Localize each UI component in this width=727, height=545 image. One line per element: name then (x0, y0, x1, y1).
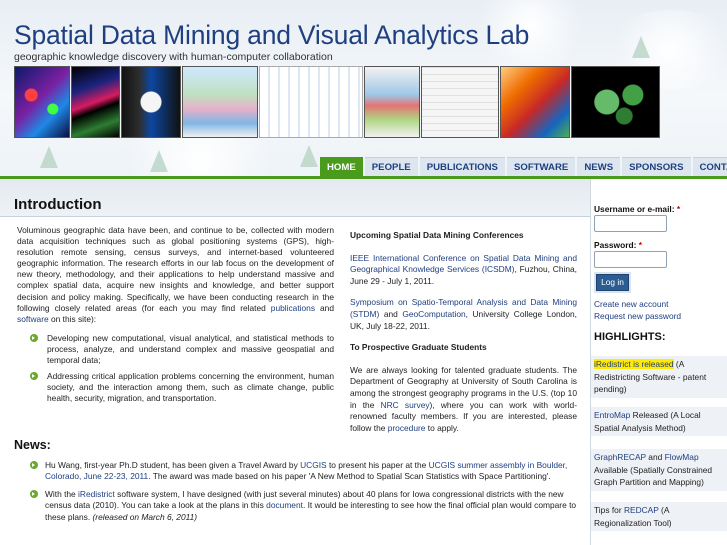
highlight-text: and (645, 452, 665, 462)
intro-text-part: on this site): (48, 313, 97, 324)
highlight-text: Tips for (594, 505, 624, 515)
bullet-arrow-icon (30, 461, 38, 469)
password-label-text: Password: (594, 240, 637, 250)
news-item: Hu Wang, first-year Ph.D student, has be… (30, 460, 590, 483)
required-mark: * (638, 240, 642, 250)
highlight-text: Available (Spatially Constrained Graph P… (594, 464, 713, 488)
software-link[interactable]: software (17, 314, 49, 324)
nav-contact[interactable]: CONTACT (692, 157, 727, 176)
nav-people[interactable]: PEOPLE (364, 157, 418, 176)
news-list: Hu Wang, first-year Ph.D student, has be… (30, 460, 590, 529)
conference-item: Symposium on Spatio-Temporal Analysis an… (350, 297, 577, 332)
news-text: With the (45, 488, 79, 499)
highlight-item: EntroMap Released (A Local Spatial Analy… (591, 407, 727, 437)
iredistrict-link[interactable]: iRedistrict (78, 489, 115, 499)
nav-home[interactable]: HOME (320, 157, 363, 176)
username-input[interactable] (594, 215, 667, 232)
list-item: Addressing critical application problems… (30, 371, 334, 404)
research-image (571, 66, 660, 138)
ucgis-link[interactable]: UCGIS (300, 460, 327, 470)
research-image (259, 66, 363, 138)
nav-publications[interactable]: PUBLICATIONS (419, 157, 505, 176)
site-tagline: geographic knowledge discovery with huma… (14, 51, 333, 63)
site-header: Spatial Data Mining and Visual Analytics… (0, 0, 727, 176)
login-button[interactable]: Log in (594, 272, 631, 293)
bullet-arrow-icon (30, 334, 38, 342)
password-label: Password: * (594, 240, 642, 250)
geocomputation-link[interactable]: GeoComputation (402, 309, 465, 319)
nrc-survey-link[interactable]: NRC survey (381, 400, 430, 410)
nav-sponsors[interactable]: SPONSORS (622, 157, 691, 176)
research-image (182, 66, 258, 138)
flowmap-link[interactable]: FlowMap (665, 452, 699, 462)
research-image (121, 66, 181, 138)
news-item: With the iRedistrict software system, I … (30, 489, 590, 523)
username-label: Username or e-mail: * (594, 204, 680, 214)
request-password-link[interactable]: Request new password (594, 311, 681, 321)
list-item-text: Addressing critical application problems… (47, 371, 334, 404)
research-image (500, 66, 570, 138)
list-item: Developing new computational, visual ana… (30, 333, 334, 366)
redcap-link[interactable]: REDCAP (624, 505, 659, 515)
conference-item: IEEE International Conference on Spatial… (350, 253, 577, 288)
iredistrict-release-link[interactable]: iRedistrict is released (594, 359, 674, 369)
news-text: . The award was made based on his paper … (148, 471, 551, 482)
username-label-text: Username or e-mail: (594, 204, 675, 214)
procedure-link[interactable]: procedure (388, 423, 426, 433)
graduate-paragraph: We are always looking for talented gradu… (350, 365, 577, 435)
sidebar: Username or e-mail: * Password: * Log in… (590, 179, 727, 545)
news-date: (released on March 6, 2011) (92, 511, 198, 522)
graduate-heading: To Prospective Graduate Students (350, 342, 487, 353)
required-mark: * (676, 204, 681, 214)
research-image (14, 66, 70, 138)
research-image (71, 66, 120, 138)
tree-decoration (40, 146, 58, 168)
tree-decoration (150, 150, 168, 172)
news-text: to present his paper at the (326, 460, 429, 470)
main-navigation: HOME PEOPLE PUBLICATIONS SOFTWARE NEWS S… (320, 157, 727, 176)
tree-decoration (632, 36, 650, 58)
research-image (364, 66, 420, 138)
research-areas-list: Developing new computational, visual ana… (30, 333, 334, 410)
document-link[interactable]: document (266, 500, 303, 510)
conference-details: and (379, 308, 403, 319)
highlight-item: GraphRECAP and FlowMap Available (Spatia… (591, 449, 727, 491)
intro-text-part: Voluminous geographic data have been, an… (17, 225, 334, 313)
conferences-heading: Upcoming Spatial Data Mining Conferences (350, 230, 524, 240)
research-image (421, 66, 499, 138)
research-image-strip (14, 66, 660, 138)
highlights-heading: HIGHLIGHTS: (594, 331, 666, 343)
highlight-item: Tips for REDCAP (A Regionalization Tool) (591, 502, 727, 532)
entromap-link[interactable]: EntroMap (594, 410, 630, 420)
graduate-text: to apply. (425, 422, 459, 433)
nav-news[interactable]: NEWS (577, 157, 621, 176)
list-item-text: Developing new computational, visual ana… (47, 333, 334, 366)
highlight-item: iRedistrict is released (A Redistricting… (591, 356, 727, 398)
create-account-link[interactable]: Create new account (594, 299, 669, 309)
tree-decoration (300, 145, 318, 167)
intro-paragraph: Voluminous geographic data have been, an… (17, 225, 334, 325)
bullet-arrow-icon (30, 372, 38, 381)
intro-heading: Introduction (14, 196, 102, 213)
bullet-arrow-icon (30, 489, 38, 498)
password-input[interactable] (594, 251, 667, 268)
site-title: Spatial Data Mining and Visual Analytics… (14, 20, 530, 50)
graphrecap-link[interactable]: GraphRECAP (594, 452, 646, 462)
announcements-column: Upcoming Spatial Data Mining Conferences… (350, 230, 577, 444)
publications-link[interactable]: publications (271, 303, 315, 313)
nav-software[interactable]: SOFTWARE (506, 157, 576, 176)
news-text: Hu Wang, first-year Ph.D student, has be… (45, 460, 301, 470)
news-heading: News: (14, 438, 51, 452)
intro-text-part: and (315, 302, 334, 313)
